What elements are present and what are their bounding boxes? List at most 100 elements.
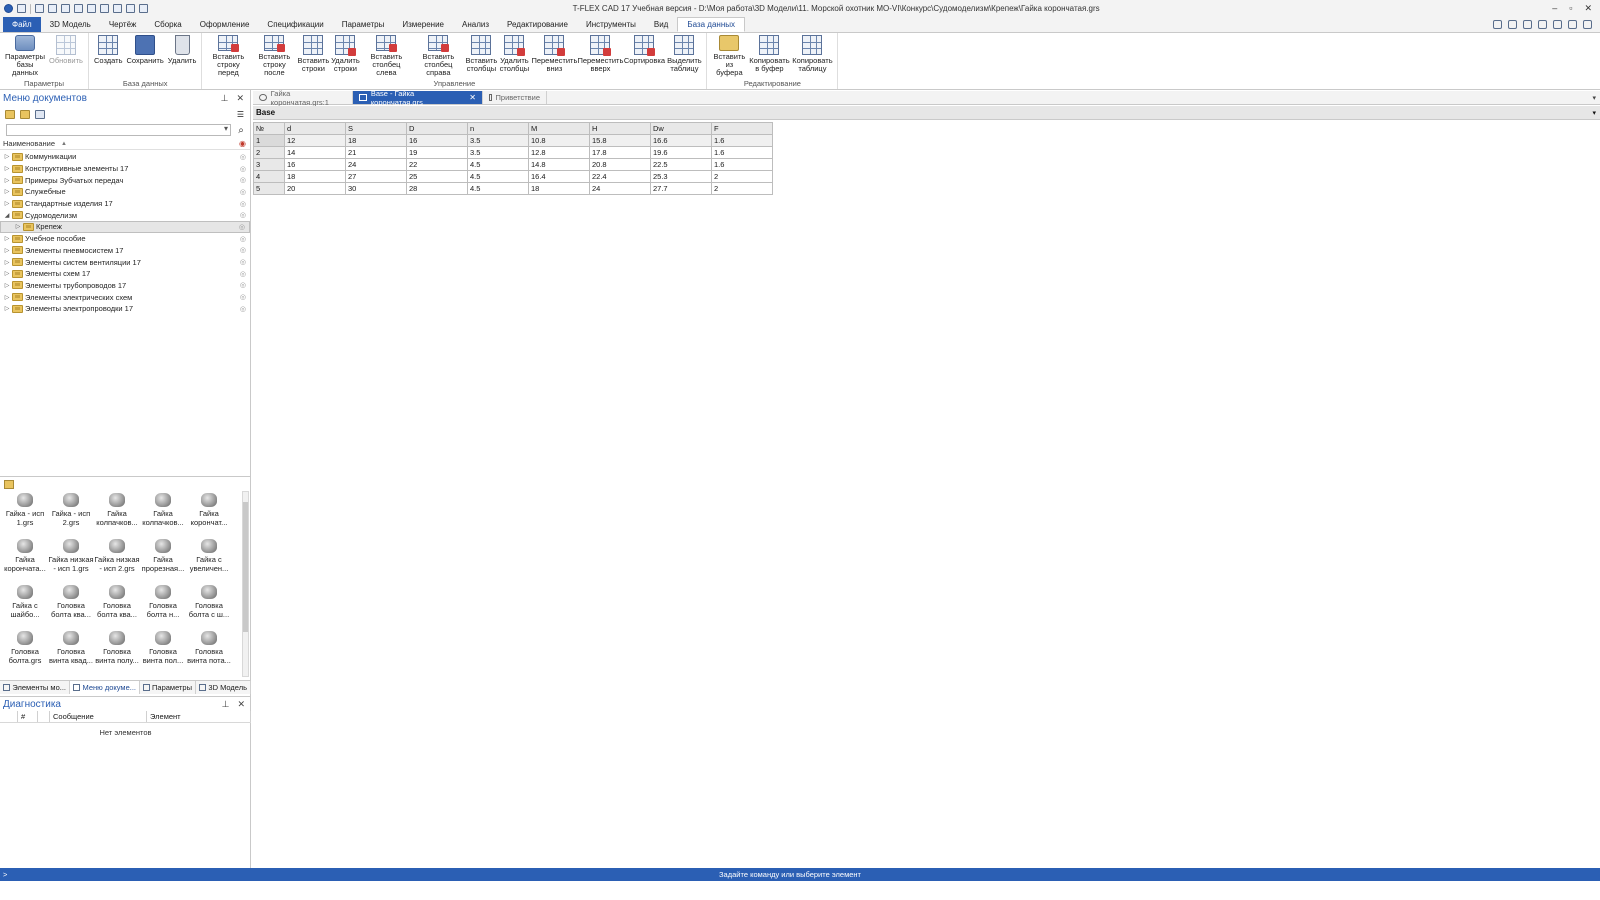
- tree-item[interactable]: ▷ Коммуникации ◎: [0, 151, 250, 163]
- open-folder-icon[interactable]: [20, 109, 30, 119]
- expand-triangle-icon[interactable]: ▷: [2, 259, 12, 266]
- table-row[interactable]: 1 12 18 16 3.5 10.8 15.8 16.6 1.6: [253, 134, 773, 147]
- save-icon[interactable]: [87, 4, 96, 13]
- table-cell[interactable]: 14: [284, 146, 346, 159]
- select-table-button[interactable]: Выделить таблицу: [665, 35, 703, 77]
- move-up-button[interactable]: Переместить вверх: [577, 35, 623, 77]
- expand-triangle-icon[interactable]: ▷: [13, 223, 23, 230]
- table-cell[interactable]: 24: [345, 158, 407, 171]
- table-cell[interactable]: 1.6: [711, 158, 773, 171]
- visibility-eye-icon[interactable]: ◎: [240, 188, 246, 196]
- column-header[interactable]: d: [284, 122, 346, 135]
- app-logo-icon[interactable]: [4, 4, 13, 13]
- tab-tools[interactable]: Инструменты: [577, 17, 645, 32]
- column-header[interactable]: Dw: [650, 122, 712, 135]
- table-cell[interactable]: 16: [406, 134, 468, 147]
- undo-icon[interactable]: [113, 4, 122, 13]
- file-thumbnail[interactable]: Гайка низкая - исп 1.grs: [48, 537, 94, 581]
- save-db-button[interactable]: Сохранить: [124, 35, 165, 77]
- visibility-eye-icon[interactable]: ◎: [240, 153, 246, 161]
- expand-triangle-icon[interactable]: ▷: [2, 165, 12, 172]
- tree-item[interactable]: ▷ Элементы систем вентиляции 17 ◎: [0, 256, 250, 268]
- table-cell[interactable]: 4.5: [467, 170, 529, 183]
- copy-table-button[interactable]: Копировать таблицу: [790, 35, 834, 77]
- file-thumbnail[interactable]: Гайка с шайбо...: [2, 583, 48, 627]
- table-cell[interactable]: 24: [589, 182, 651, 195]
- tree-item[interactable]: ▷ Служебные ◎: [0, 186, 250, 198]
- tab-formatting[interactable]: Оформление: [191, 17, 259, 32]
- table-cell[interactable]: 22.5: [650, 158, 712, 171]
- open-icon[interactable]: [74, 4, 83, 13]
- table-cell[interactable]: 3.5: [467, 134, 529, 147]
- insert-row-before-button[interactable]: Вставить строку перед: [205, 35, 251, 77]
- close-icon[interactable]: ✕: [1584, 3, 1592, 14]
- visibility-eye-icon[interactable]: ◎: [240, 235, 246, 243]
- doc-tab-model[interactable]: Гайка корончатая.grs:1: [253, 89, 353, 107]
- expand-triangle-icon[interactable]: ▷: [2, 188, 12, 195]
- table-cell[interactable]: 3.5: [467, 146, 529, 159]
- list-view-icon[interactable]: ☰: [237, 110, 244, 119]
- panel-close-icon[interactable]: ✕: [236, 93, 244, 104]
- file-thumbnail[interactable]: Головка болта с ш...: [186, 583, 232, 627]
- insert-row-after-button[interactable]: Вставить строку после: [251, 35, 297, 77]
- visibility-eye-icon[interactable]: ◎: [240, 165, 246, 173]
- table-cell[interactable]: 2: [711, 182, 773, 195]
- table-cell[interactable]: 19.6: [650, 146, 712, 159]
- tree-item[interactable]: ▷ Примеры Зубчатых передач ◎: [0, 174, 250, 186]
- move-down-button[interactable]: Переместить вниз: [531, 35, 577, 77]
- expand-triangle-icon[interactable]: ▷: [2, 200, 12, 207]
- window-list-icon[interactable]: [1523, 20, 1532, 29]
- tree-column-header[interactable]: Наименование ▲ ◉: [0, 138, 250, 150]
- table-cell[interactable]: 18: [345, 134, 407, 147]
- visibility-eye-icon[interactable]: ◎: [240, 200, 246, 208]
- expand-triangle-icon[interactable]: ▷: [2, 247, 12, 254]
- tab-analysis[interactable]: Анализ: [453, 17, 498, 32]
- paste-button[interactable]: Вставить из буфера: [710, 35, 748, 77]
- column-header[interactable]: H: [589, 122, 651, 135]
- tab-model-elements[interactable]: Элементы мо...: [0, 681, 70, 694]
- row-number-cell[interactable]: 3: [253, 158, 285, 171]
- collapse-triangle-icon[interactable]: ◢: [2, 212, 12, 219]
- doc-tab-base[interactable]: Base - Гайка корончатая.grs ✕: [353, 89, 483, 107]
- tab-assembly[interactable]: Сборка: [145, 17, 190, 32]
- file-thumbnail[interactable]: Гайка - исп 1.grs: [2, 491, 48, 535]
- diag-col-type[interactable]: [38, 711, 50, 722]
- menu-icon[interactable]: [17, 4, 26, 13]
- table-cell[interactable]: 22: [406, 158, 468, 171]
- search-commands-icon[interactable]: [1508, 20, 1517, 29]
- tab-measure[interactable]: Измерение: [393, 17, 453, 32]
- row-number-cell[interactable]: 4: [253, 170, 285, 183]
- tab-parameters[interactable]: Параметры: [333, 17, 394, 32]
- table-cell[interactable]: 1.6: [711, 146, 773, 159]
- table-cell[interactable]: 16.4: [528, 170, 590, 183]
- tree-item[interactable]: ▷ Крепеж ◎: [0, 221, 250, 233]
- table-cell[interactable]: 12: [284, 134, 346, 147]
- table-cell[interactable]: 20: [284, 182, 346, 195]
- table-cell[interactable]: 14.8: [528, 158, 590, 171]
- file-thumbnail[interactable]: Головка винта пол...: [140, 629, 186, 673]
- diagnostics-pin-icon[interactable]: ⊥: [222, 699, 230, 710]
- tab-document-menu[interactable]: Меню докуме...: [70, 681, 140, 694]
- doc-tab-close-icon[interactable]: ✕: [469, 93, 476, 102]
- expand-triangle-icon[interactable]: ▷: [2, 235, 12, 242]
- delete-db-button[interactable]: Удалить: [166, 35, 199, 77]
- column-header[interactable]: S: [345, 122, 407, 135]
- visibility-eye-icon[interactable]: ◎: [239, 223, 245, 231]
- file-thumbnail[interactable]: Головка болта ква...: [48, 583, 94, 627]
- print-icon[interactable]: [100, 4, 109, 13]
- diag-col-hash[interactable]: [0, 711, 18, 722]
- visibility-eye-icon[interactable]: ◎: [240, 270, 246, 278]
- table-cell[interactable]: 28: [406, 182, 468, 195]
- file-thumbnail[interactable]: Гайка с увеличен...: [186, 537, 232, 581]
- options-icon[interactable]: [139, 4, 148, 13]
- add-folder-icon[interactable]: [5, 109, 15, 119]
- table-cell[interactable]: 19: [406, 146, 468, 159]
- row-number-cell[interactable]: 2: [253, 146, 285, 159]
- table-cell[interactable]: 18: [528, 182, 590, 195]
- tab-list-dropdown-icon[interactable]: ▾: [1592, 91, 1600, 104]
- db-params-button[interactable]: Параметры базы данных: [3, 35, 47, 77]
- column-header[interactable]: n: [467, 122, 529, 135]
- file-thumbnail[interactable]: Головка болта н...: [140, 583, 186, 627]
- table-cell[interactable]: 4.5: [467, 158, 529, 171]
- visibility-eye-icon[interactable]: ◎: [240, 211, 246, 219]
